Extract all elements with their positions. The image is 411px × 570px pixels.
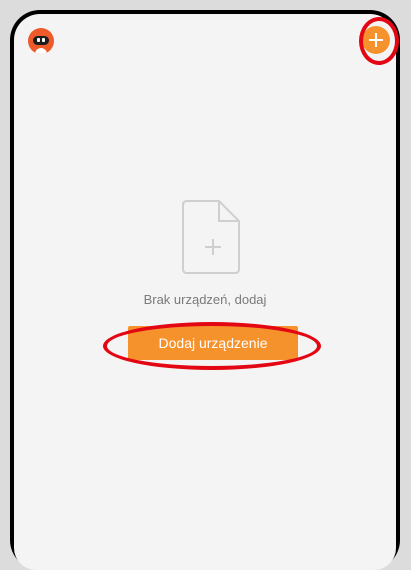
empty-state-message: Brak urządzeń, dodaj [143,292,267,307]
device-frame: Brak urządzeń, dodaj Dodaj urządzenie [10,10,400,570]
robot-avatar-icon[interactable] [28,28,54,54]
app-screen: Brak urządzeń, dodaj Dodaj urządzenie [14,14,396,570]
add-device-plus-button[interactable] [362,26,390,54]
avatar-chin [35,48,47,54]
avatar-eye-left [37,38,40,42]
avatar-eye-right [42,38,45,42]
add-file-icon [182,200,240,274]
add-device-button[interactable]: Dodaj urządzenie [128,326,298,360]
avatar-visor [33,36,49,45]
plus-icon-vertical [375,33,377,47]
